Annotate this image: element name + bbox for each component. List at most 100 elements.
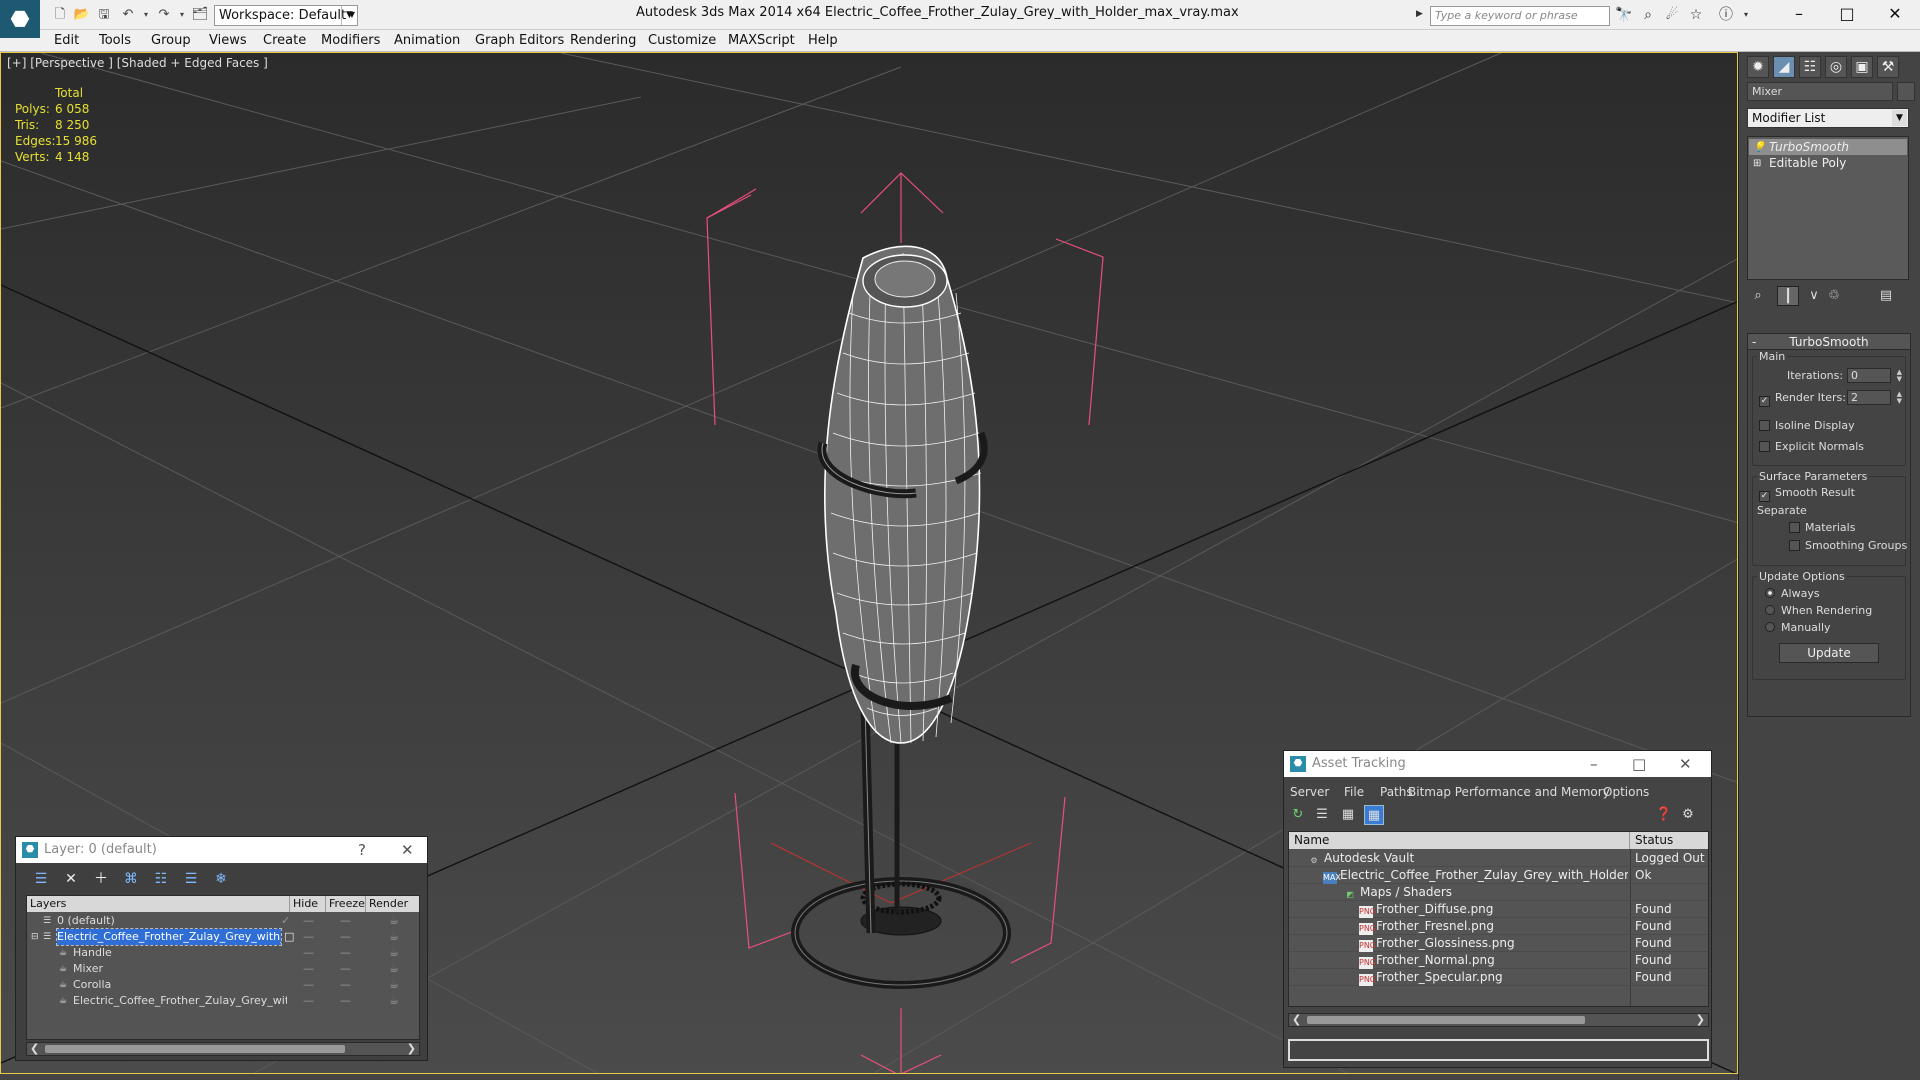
render-teapot-icon[interactable]: ☕ xyxy=(389,913,399,929)
hide-toggle[interactable]: — xyxy=(303,945,314,961)
display-tab-icon[interactable]: ▣ xyxy=(1851,56,1873,78)
delete-layer-icon[interactable]: ✕ xyxy=(60,869,82,889)
freeze-all-layers-icon[interactable]: ❄ xyxy=(210,869,232,889)
asset-row[interactable]: PNGFrother_Normal.png Found xyxy=(1289,952,1708,969)
explicit-normals-checkbox[interactable]: Explicit Normals xyxy=(1759,440,1864,453)
layer-window-titlebar[interactable]: ⬣ Layer: 0 (default) ? ✕ xyxy=(16,837,427,863)
minimize-icon[interactable]: – xyxy=(1776,0,1822,30)
when-rendering-radio[interactable]: When Rendering xyxy=(1765,604,1872,617)
menu-tools[interactable]: Tools xyxy=(99,33,131,48)
thumbnail-view-icon[interactable]: ▦ xyxy=(1338,805,1358,825)
close-icon[interactable]: ✕ xyxy=(1679,751,1692,777)
redo-dropdown-icon[interactable]: ▾ xyxy=(172,6,192,24)
layer-row[interactable]: ☕ Mixer — — ☕ xyxy=(27,961,419,977)
asset-row[interactable]: PNGFrother_Fresnel.png Found xyxy=(1289,918,1708,935)
save-icon[interactable]: 🖫 xyxy=(94,6,114,24)
render-teapot-icon[interactable]: ☕ xyxy=(389,993,399,1009)
asset-path-field[interactable] xyxy=(1288,1039,1709,1061)
pin-stack-icon[interactable]: ⌕ xyxy=(1747,286,1769,306)
create-layer-icon[interactable]: ☰ xyxy=(30,869,52,889)
hide-toggle[interactable]: — xyxy=(303,913,314,929)
help-icon[interactable]: ❓ xyxy=(1654,805,1674,825)
freeze-toggle[interactable]: — xyxy=(340,913,351,929)
favorites-star-icon[interactable]: ☆ xyxy=(1686,6,1706,24)
freeze-toggle[interactable]: — xyxy=(340,929,351,945)
column-header-hide[interactable]: Hide xyxy=(290,896,326,912)
add-to-layer-icon[interactable]: ＋ xyxy=(90,869,112,889)
scroll-right-icon[interactable]: ❯ xyxy=(407,1042,416,1055)
search-input[interactable]: Type a keyword or phrase xyxy=(1430,6,1610,26)
make-unique-icon[interactable]: ∨ xyxy=(1803,286,1825,306)
asset-row[interactable]: ⚙Autodesk Vault Logged Out ... xyxy=(1289,850,1708,867)
motion-tab-icon[interactable]: ◎ xyxy=(1825,56,1847,78)
remove-modifier-icon[interactable]: ♲ xyxy=(1823,286,1845,306)
workspace-selector[interactable]: Workspace: Default ▼ xyxy=(214,5,358,26)
layer-row[interactable]: ☕ Electric_Coffee_Frother_Zulay_Grey_wit… xyxy=(27,993,419,1009)
asset-row[interactable]: ◩ Maps / Shaders xyxy=(1289,884,1708,901)
smoothing-groups-checkbox[interactable]: Smoothing Groups xyxy=(1789,539,1907,552)
menu-modifiers[interactable]: Modifiers xyxy=(321,33,380,48)
undo-icon[interactable]: ↶ xyxy=(118,6,138,24)
freeze-toggle[interactable]: — xyxy=(340,945,351,961)
collapse-minus-icon[interactable]: ⊟ xyxy=(31,929,39,945)
column-header-layers[interactable]: Layers xyxy=(27,896,290,912)
always-radio[interactable]: Always xyxy=(1765,587,1820,600)
show-end-result-icon[interactable]: ┃ xyxy=(1777,286,1799,306)
asset-row[interactable]: MAXElectric_Coffee_Frother_Zulay_Grey_wi… xyxy=(1289,867,1708,884)
settings-icon[interactable]: ⚙ xyxy=(1678,805,1698,825)
quick-access-dropdown-icon[interactable]: ▼ xyxy=(342,6,362,24)
asset-row[interactable]: PNGFrother_Glossiness.png Found xyxy=(1289,935,1708,952)
smooth-result-checkbox[interactable]: ✓ Smooth Result xyxy=(1759,486,1855,502)
maximize-icon[interactable]: □ xyxy=(1632,751,1646,777)
column-header-status[interactable]: Status xyxy=(1630,832,1708,849)
lightbulb-icon[interactable]: 💡 xyxy=(1753,140,1765,156)
materials-checkbox[interactable]: Materials xyxy=(1789,521,1855,534)
layer-row[interactable]: ⊟ ☰ Electric_Coffee_Frother_Zulay_Grey_w… xyxy=(27,928,419,946)
iterations-spinner[interactable]: 0 ▲ ▼ xyxy=(1847,368,1902,383)
help-icon[interactable]: ? xyxy=(358,837,366,863)
new-file-icon[interactable]: 🗋 xyxy=(50,6,70,24)
help-dropdown-icon[interactable]: ▾ xyxy=(1736,6,1756,24)
freeze-toggle[interactable]: — xyxy=(340,977,351,993)
maximize-icon[interactable]: □ xyxy=(1824,0,1870,30)
column-header-render[interactable]: Render xyxy=(366,896,419,912)
manually-radio[interactable]: Manually xyxy=(1765,621,1831,634)
hide-toggle[interactable]: — xyxy=(303,929,314,945)
scrollbar-thumb[interactable] xyxy=(1307,1016,1585,1024)
table-view-icon[interactable]: ▦ xyxy=(1364,805,1384,825)
scroll-left-icon[interactable]: ❮ xyxy=(30,1042,39,1055)
scroll-left-icon[interactable]: ❮ xyxy=(1292,1013,1301,1026)
render-iters-checkbox[interactable]: ✓ Render Iters: xyxy=(1759,391,1846,407)
hide-toggle[interactable]: — xyxy=(303,961,314,977)
communication-center-icon[interactable]: ☄ xyxy=(1662,6,1682,24)
asset-row[interactable]: PNGFrother_Specular.png Found xyxy=(1289,969,1708,986)
asset-horizontal-scrollbar[interactable]: ❮ ❯ xyxy=(1288,1013,1709,1027)
menu-views[interactable]: Views xyxy=(209,33,247,48)
modifier-list-dropdown[interactable]: Modifier List ▼ xyxy=(1747,108,1909,128)
asset-menu-options[interactable]: Options xyxy=(1603,785,1649,799)
close-icon[interactable]: ✕ xyxy=(401,837,414,863)
current-layer-check-icon[interactable]: ✓ xyxy=(281,913,290,929)
column-header-name[interactable]: Name xyxy=(1289,832,1630,849)
chevron-down-icon[interactable]: ▼ xyxy=(1892,110,1907,126)
redo-icon[interactable]: ↷ xyxy=(154,6,174,24)
utilities-tab-icon[interactable]: ⚒ xyxy=(1877,56,1899,78)
undo-dropdown-icon[interactable]: ▾ xyxy=(136,6,156,24)
project-folder-icon[interactable]: 🗂 xyxy=(190,6,210,24)
menu-group[interactable]: Group xyxy=(151,33,191,48)
render-teapot-icon[interactable]: ☕ xyxy=(389,977,399,993)
menu-edit[interactable]: Edit xyxy=(54,33,79,48)
hide-all-layers-icon[interactable]: ☰ xyxy=(180,869,202,889)
modify-tab-icon[interactable]: ◢ xyxy=(1773,56,1795,78)
asset-menu-bitmap[interactable]: Bitmap Performance and Memory xyxy=(1408,785,1610,799)
expand-plus-icon[interactable]: ⊞ xyxy=(1753,156,1761,172)
menu-create[interactable]: Create xyxy=(263,33,306,48)
stack-item-turbosmooth[interactable]: 💡 TurboSmooth xyxy=(1749,139,1907,155)
hide-toggle[interactable]: — xyxy=(303,993,314,1009)
column-header-freeze[interactable]: Freeze xyxy=(326,896,366,912)
configure-sets-icon[interactable]: ▤ xyxy=(1875,286,1897,306)
open-file-icon[interactable]: 📂 xyxy=(72,6,92,24)
scroll-right-icon[interactable]: ❯ xyxy=(1696,1013,1705,1026)
layer-horizontal-scrollbar[interactable]: ❮ ❯ xyxy=(26,1042,420,1056)
menu-customize[interactable]: Customize xyxy=(648,33,716,48)
